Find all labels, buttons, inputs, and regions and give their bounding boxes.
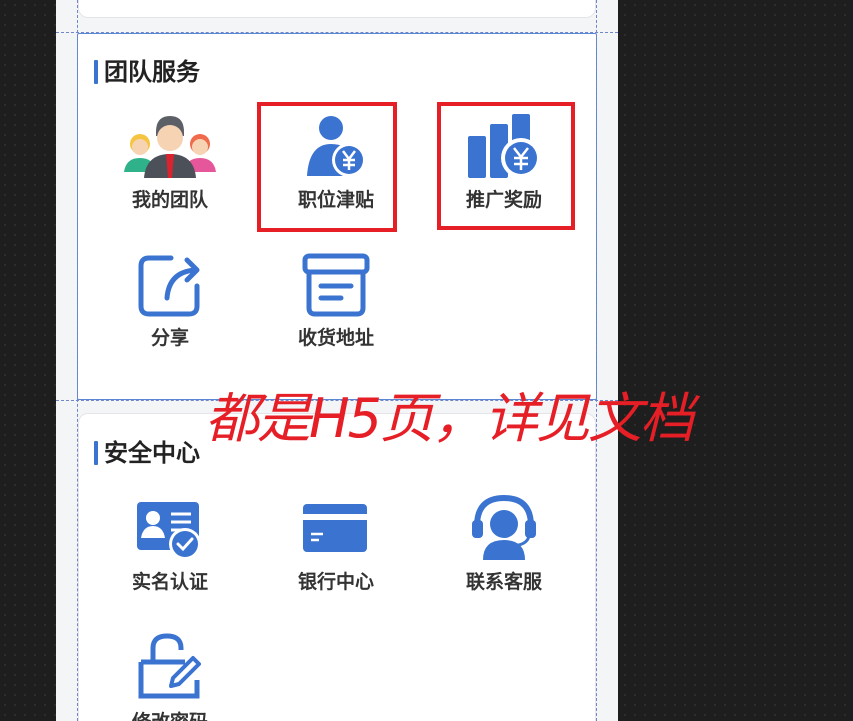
security-center-title: 安全中心 <box>94 439 200 467</box>
share-label: 分享 <box>150 327 189 349</box>
security-center-card: 安全中心 实名认证 银行中心 联系客服 <box>78 413 596 721</box>
previous-card <box>78 0 596 18</box>
bank-center-item[interactable]: 银行中心 <box>271 500 401 594</box>
shipping-address-label: 收货地址 <box>297 327 374 349</box>
my-team-label: 我的团队 <box>131 189 208 211</box>
highlight-position-allowance <box>257 102 397 232</box>
team-services-title: 团队服务 <box>94 58 200 86</box>
contact-support-item[interactable]: 联系客服 <box>439 492 569 594</box>
my-team-item[interactable]: 我的团队 <box>105 114 235 212</box>
contact-support-label: 联系客服 <box>465 571 542 593</box>
share-icon <box>138 255 200 317</box>
change-password-item[interactable]: 修改密码 <box>105 632 235 721</box>
team-people-icon <box>124 116 216 178</box>
bank-card-icon <box>303 504 367 552</box>
address-box-icon <box>302 253 370 317</box>
real-name-verify-item[interactable]: 实名认证 <box>105 500 235 594</box>
annotation-text: 都是H5页，详见文档 <box>205 387 694 450</box>
real-name-verify-label: 实名认证 <box>131 571 208 593</box>
highlight-promotion-reward <box>437 102 575 230</box>
unlock-edit-icon <box>138 633 201 699</box>
change-password-label: 修改密码 <box>105 710 235 721</box>
guide-line-top <box>56 32 618 33</box>
bank-center-label: 银行中心 <box>297 571 374 593</box>
guide-line-right <box>596 0 597 721</box>
id-card-verified-icon <box>137 502 201 560</box>
share-item[interactable]: 分享 <box>105 252 235 350</box>
shipping-address-item[interactable]: 收货地址 <box>271 252 401 350</box>
guide-line-left <box>77 0 78 721</box>
headset-support-icon <box>472 494 536 560</box>
